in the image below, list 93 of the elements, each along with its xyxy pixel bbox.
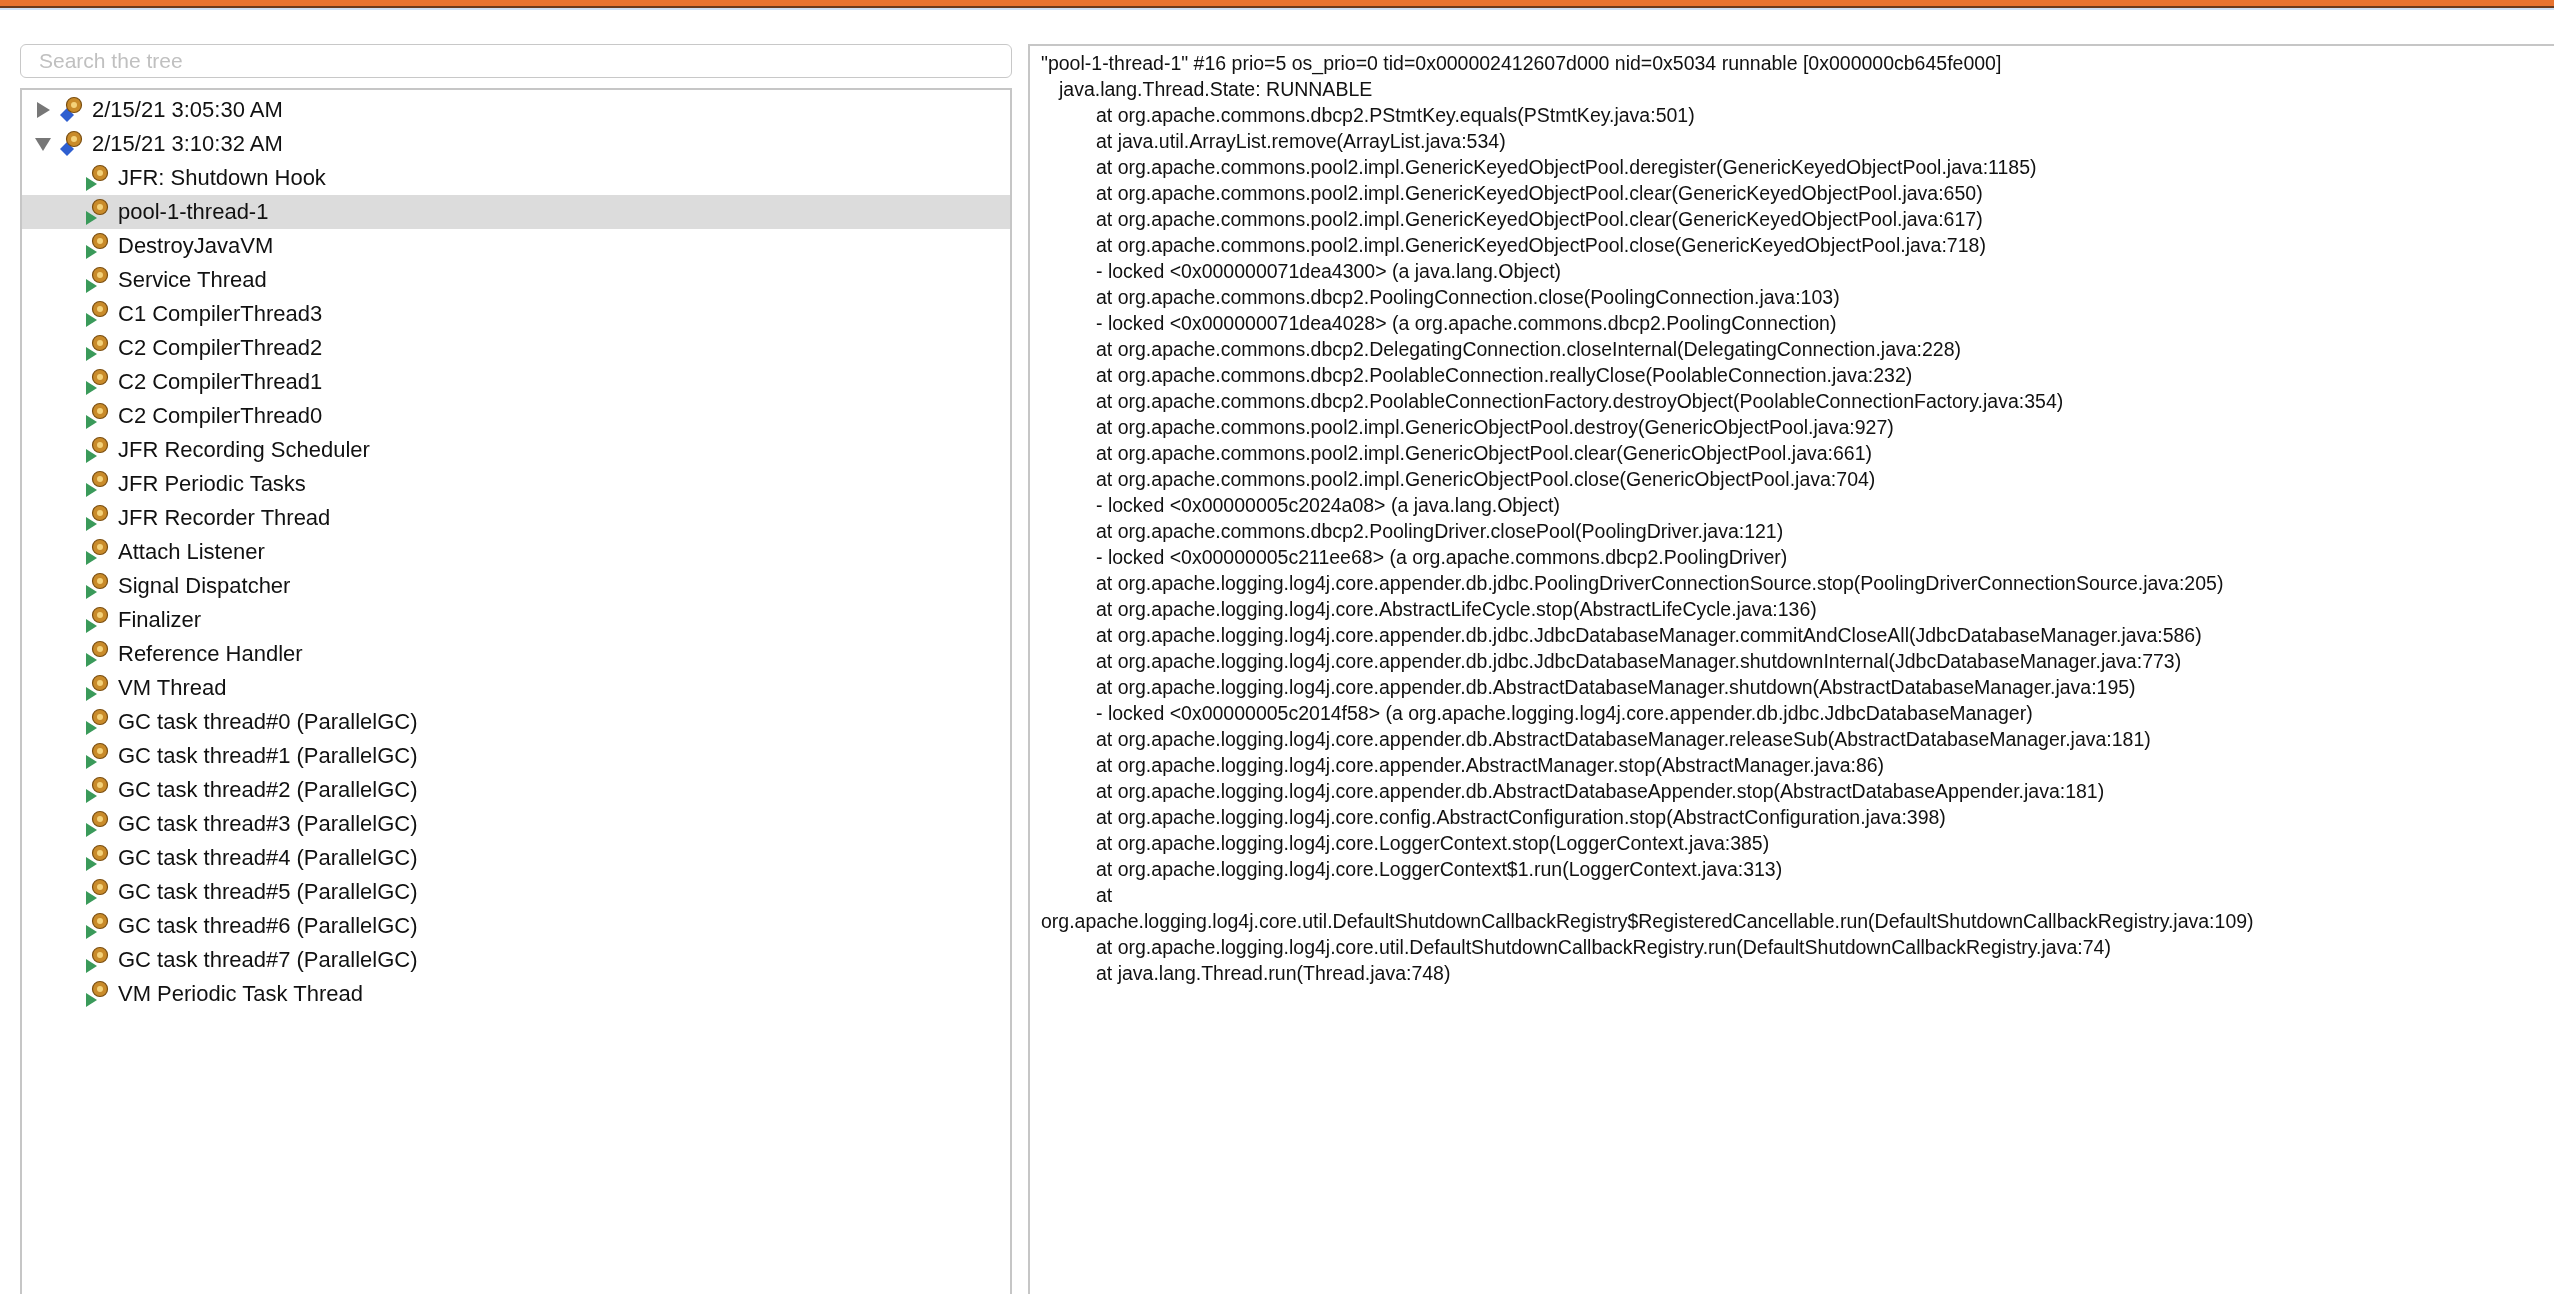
tree-item-label: GC task thread#5 (ParallelGC): [118, 879, 418, 905]
stack-trace-line: - locked <0x000000071dea4028> (a org.apache.commons.dbcp2.PoolingConnection): [1095, 311, 1837, 336]
stack-trace-line: at java.util.ArrayList.remove(ArrayList.java:534): [1095, 129, 1506, 154]
stack-trace-line: at org.apache.commons.pool2.impl.GenericObjectPool.close(GenericObjectPool.java:704): [1095, 467, 1876, 492]
tree-item-label: JFR Recording Scheduler: [118, 437, 370, 463]
tree-item[interactable]: GC task thread#5 (ParallelGC): [22, 875, 1010, 909]
tree-item[interactable]: GC task thread#7 (ParallelGC): [22, 943, 1010, 977]
stack-trace-line: at org.apache.logging.log4j.core.util.DefaultShutdownCallbackRegistry.run(DefaultShutdownCallbackRegistry.java:74): [1095, 935, 2111, 960]
stack-trace-line: at org.apache.commons.dbcp2.PoolableConnection.reallyClose(PoolableConnection.java:232): [1095, 363, 1913, 388]
expand-icon[interactable]: [34, 101, 52, 119]
tree-item-label: Finalizer: [118, 607, 202, 633]
tree-item[interactable]: JFR Periodic Tasks: [22, 467, 1010, 501]
stack-trace-line: at org.apache.logging.log4j.core.LoggerContext.stop(LoggerContext.java:385): [1095, 831, 1770, 856]
stack-trace-line: at org.apache.commons.dbcp2.PStmtKey.equals(PStmtKey.java:501): [1095, 103, 1695, 128]
tree-item-label: GC task thread#0 (ParallelGC): [118, 709, 418, 735]
stack-trace-line: at org.apache.commons.dbcp2.DelegatingConnection.closeInternal(DelegatingConnection.java:228): [1095, 337, 1962, 362]
stack-trace-line: at org.apache.logging.log4j.core.config.AbstractConfiguration.stop(AbstractConfiguration.java:398): [1095, 805, 1946, 830]
tree-item[interactable]: C1 CompilerThread3: [22, 297, 1010, 331]
stack-trace-line: at org.apache.logging.log4j.core.appender.db.jdbc.JdbcDatabaseManager.shutdownInternal(JdbcDatabaseManager.java:773): [1095, 649, 2182, 674]
stack-trace-line: - locked <0x00000005c2014f58> (a org.apache.logging.log4j.core.appender.db.jdbc.JdbcDatabaseManager): [1095, 701, 2033, 726]
tree-item-label: 2/15/21 3:05:30 AM: [92, 97, 283, 123]
stack-trace-line: at org.apache.logging.log4j.core.appender.db.AbstractDatabaseManager.releaseSub(AbstractDatabaseManager.java:181): [1095, 727, 2151, 752]
tree-item-label: JFR: Shutdown Hook: [118, 165, 326, 191]
tree-item-label: C2 CompilerThread0: [118, 403, 323, 429]
tree-item[interactable]: VM Periodic Task Thread: [22, 977, 1010, 1011]
tree-item-label: Attach Listener: [118, 539, 265, 565]
stack-trace-line: org.apache.logging.log4j.core.util.DefaultShutdownCallbackRegistry$RegisteredCancellable.run(DefaultShutdownCallbackRegistry.java:109): [1041, 909, 2254, 934]
stack-trace-line: java.lang.Thread.State: RUNNABLE: [1057, 77, 1373, 102]
tree-item-label: 2/15/21 3:10:32 AM: [92, 131, 283, 157]
tree-item[interactable]: GC task thread#2 (ParallelGC): [22, 773, 1010, 807]
stack-trace-line: at org.apache.logging.log4j.core.appender.db.AbstractDatabaseAppender.stop(AbstractDatabaseAppender.java:181): [1095, 779, 2105, 804]
tree-item[interactable]: GC task thread#0 (ParallelGC): [22, 705, 1010, 739]
tree-item[interactable]: C2 CompilerThread1: [22, 365, 1010, 399]
tree-item-label: GC task thread#6 (ParallelGC): [118, 913, 418, 939]
tree-item[interactable]: pool-1-thread-1: [22, 195, 1010, 229]
tree-item-label: GC task thread#4 (ParallelGC): [118, 845, 418, 871]
tree-item-label: C2 CompilerThread1: [118, 369, 323, 395]
tree-item[interactable]: JFR: Shutdown Hook: [22, 161, 1010, 195]
tree-item[interactable]: Reference Handler: [22, 637, 1010, 671]
stack-trace-line: - locked <0x00000005c2024a08> (a java.lang.Object): [1095, 493, 1560, 518]
tree-item[interactable]: DestroyJavaVM: [22, 229, 1010, 263]
tree-item[interactable]: 2/15/21 3:05:30 AM: [22, 93, 1010, 127]
tree-item[interactable]: Finalizer: [22, 603, 1010, 637]
stack-trace-line: at org.apache.commons.pool2.impl.GenericObjectPool.destroy(GenericObjectPool.java:927): [1095, 415, 1894, 440]
stack-trace-line: at org.apache.logging.log4j.core.appender.AbstractManager.stop(AbstractManager.java:86): [1095, 753, 1885, 778]
tree-item-label: Reference Handler: [118, 641, 303, 667]
tree-item-label: GC task thread#7 (ParallelGC): [118, 947, 418, 973]
tree-item-label: VM Periodic Task Thread: [118, 981, 363, 1007]
tree-item[interactable]: GC task thread#6 (ParallelGC): [22, 909, 1010, 943]
tree-item[interactable]: GC task thread#1 (ParallelGC): [22, 739, 1010, 773]
tree-item[interactable]: GC task thread#4 (ParallelGC): [22, 841, 1010, 875]
tree-item[interactable]: Service Thread: [22, 263, 1010, 297]
stack-trace-line: at org.apache.commons.pool2.impl.GenericKeyedObjectPool.deregister(GenericKeyedObjectPool.java:1185): [1095, 155, 2037, 180]
stack-trace-line: at org.apache.commons.dbcp2.PoolableConnectionFactory.destroyObject(PoolableConnectionFactory.java:354): [1095, 389, 2064, 414]
stack-trace-line: at org.apache.logging.log4j.core.appender.db.jdbc.JdbcDatabaseManager.commitAndCloseAll(JdbcDatabaseManager.java:586): [1095, 623, 2202, 648]
stack-trace-line: at org.apache.commons.pool2.impl.GenericKeyedObjectPool.close(GenericKeyedObjectPool.java:718): [1095, 233, 1986, 258]
stack-trace-line: at: [1095, 883, 1113, 908]
tree-item-label: Signal Dispatcher: [118, 573, 291, 599]
stack-trace-line: at java.lang.Thread.run(Thread.java:748): [1095, 961, 1451, 986]
tree-item-label: Service Thread: [118, 267, 267, 293]
stack-trace-line: at org.apache.logging.log4j.core.LoggerContext$1.run(LoggerContext.java:313): [1095, 857, 1783, 882]
tree-item-label: GC task thread#1 (ParallelGC): [118, 743, 418, 769]
tree-item-label: pool-1-thread-1: [118, 199, 269, 225]
tree-item[interactable]: Signal Dispatcher: [22, 569, 1010, 603]
stack-trace-line: "pool-1-thread-1" #16 prio=5 os_prio=0 tid=0x000002412607d000 nid=0x5034 runnable [0x000000cb645fe000]: [1041, 51, 2002, 76]
tree-item[interactable]: Attach Listener: [22, 535, 1010, 569]
tree-item-label: GC task thread#2 (ParallelGC): [118, 777, 418, 803]
stack-trace-line: at org.apache.logging.log4j.core.AbstractLifeCycle.stop(AbstractLifeCycle.java:136): [1095, 597, 1817, 622]
collapse-icon[interactable]: [34, 135, 52, 153]
tree-item[interactable]: C2 CompilerThread2: [22, 331, 1010, 365]
tree-item[interactable]: 2/15/21 3:10:32 AM: [22, 127, 1010, 161]
stack-trace-line: at org.apache.commons.dbcp2.PoolingConnection.close(PoolingConnection.java:103): [1095, 285, 1840, 310]
tree-item[interactable]: VM Thread: [22, 671, 1010, 705]
tree-item-label: C2 CompilerThread2: [118, 335, 323, 361]
stack-trace-line: at org.apache.commons.dbcp2.PoolingDriver.closePool(PoolingDriver.java:121): [1095, 519, 1784, 544]
stack-trace-line: - locked <0x000000071dea4300> (a java.lang.Object): [1095, 259, 1562, 284]
tree-item-label: DestroyJavaVM: [118, 233, 274, 259]
tree-item-label: VM Thread: [118, 675, 227, 701]
tree-item-label: C1 CompilerThread3: [118, 301, 323, 327]
stack-trace-line: at org.apache.logging.log4j.core.appender.db.AbstractDatabaseManager.shutdown(AbstractDatabaseManager.java:195): [1095, 675, 2136, 700]
stack-trace-line: at org.apache.logging.log4j.core.appender.db.jdbc.PoolingDriverConnectionSource.stop(PoolingDriverConnectionSource.java:205): [1095, 571, 2224, 596]
stack-trace-line: - locked <0x00000005c211ee68> (a org.apache.commons.dbcp2.PoolingDriver): [1095, 545, 1788, 570]
tree-item[interactable]: JFR Recording Scheduler: [22, 433, 1010, 467]
tree-item-label: GC task thread#3 (ParallelGC): [118, 811, 418, 837]
tree-item[interactable]: GC task thread#3 (ParallelGC): [22, 807, 1010, 841]
tree-item[interactable]: C2 CompilerThread0: [22, 399, 1010, 433]
tree-item[interactable]: JFR Recorder Thread: [22, 501, 1010, 535]
stack-trace-line: at org.apache.commons.pool2.impl.GenericKeyedObjectPool.clear(GenericKeyedObjectPool.java:650): [1095, 181, 1983, 206]
tree-item-label: JFR Recorder Thread: [118, 505, 331, 531]
search-field[interactable]: Search the tree: [20, 44, 1012, 78]
tree-item-label: JFR Periodic Tasks: [118, 471, 306, 497]
stack-trace-line: at org.apache.commons.pool2.impl.GenericObjectPool.clear(GenericObjectPool.java:661): [1095, 441, 1873, 466]
stack-trace-line: at org.apache.commons.pool2.impl.GenericKeyedObjectPool.clear(GenericKeyedObjectPool.java:617): [1095, 207, 1983, 232]
